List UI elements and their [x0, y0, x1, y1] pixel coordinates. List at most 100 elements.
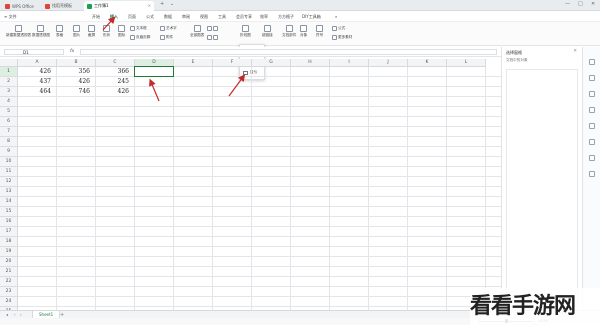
column-header-g[interactable]: G — [252, 59, 291, 67]
pivot-chart-button[interactable]: 数据透视图 — [32, 25, 50, 38]
properties-icon[interactable] — [589, 75, 595, 81]
menu-efficiency[interactable]: 效率 — [260, 14, 268, 20]
column-header-c[interactable]: C — [96, 59, 135, 67]
row-header-8[interactable]: 8 — [0, 137, 18, 147]
cell-c2[interactable]: 245 — [96, 77, 135, 87]
format-icon[interactable] — [589, 91, 595, 97]
tab-template[interactable]: 找稻壳模板 — [42, 1, 82, 11]
cell-a3[interactable]: 464 — [18, 87, 57, 97]
menu-page[interactable]: 页面 — [128, 14, 136, 20]
tab-workbook[interactable]: 工作簿1 ✕ — [84, 1, 154, 11]
column-header-b[interactable]: B — [57, 59, 96, 67]
row-header-15[interactable]: 15 — [0, 207, 18, 217]
row-header-9[interactable]: 9 — [0, 147, 18, 157]
row-header-14[interactable]: 14 — [0, 197, 18, 207]
row-header-3[interactable]: 3 — [0, 87, 18, 97]
row-header-19[interactable]: 19 — [0, 247, 18, 257]
fx-icon[interactable]: fx — [70, 49, 74, 54]
cell-b1[interactable]: 356 — [57, 67, 96, 77]
menu-member[interactable]: 会员专享 — [236, 14, 252, 20]
sparkline-line-button[interactable]: 折线图 — [240, 25, 251, 38]
menu-tools[interactable]: 工具 — [218, 14, 226, 20]
all-charts-button[interactable]: 全部图表 — [190, 25, 204, 38]
menu-data[interactable]: 数据 — [164, 14, 172, 20]
search-icon[interactable]: ⌕ — [335, 14, 337, 19]
cell-b3[interactable]: 746 — [57, 87, 96, 97]
row-header-1[interactable]: 1 — [0, 67, 18, 77]
chart-type-button-2[interactable] — [207, 35, 219, 40]
column-header-l[interactable]: L — [447, 59, 486, 67]
column-header-f[interactable]: F — [213, 59, 252, 67]
wordart-button[interactable]: 艺术字 — [160, 26, 177, 31]
column-header-i[interactable]: I — [330, 59, 369, 67]
close-tab-icon[interactable]: ✕ — [148, 3, 151, 8]
object-list[interactable] — [506, 69, 578, 307]
row-header-13[interactable]: 13 — [0, 187, 18, 197]
row-header-16[interactable]: 16 — [0, 217, 18, 227]
row-header-18[interactable]: 18 — [0, 237, 18, 247]
pivot-table-button[interactable]: 新建数据透视表 — [6, 25, 31, 38]
row-header-10[interactable]: 10 — [0, 157, 18, 167]
backup-icon[interactable] — [589, 123, 595, 129]
column-header-k[interactable]: K — [408, 59, 447, 67]
menu-home[interactable]: 开始 — [92, 14, 100, 20]
shapes-button[interactable]: 形状 — [103, 25, 110, 38]
row-header-21[interactable]: 21 — [0, 267, 18, 277]
menu-insert[interactable]: 插入 — [110, 14, 118, 23]
row-header-17[interactable]: 17 — [0, 227, 18, 237]
menu-view[interactable]: 视图 — [200, 14, 208, 20]
close-window-button[interactable]: ✕ — [591, 1, 595, 7]
cell-a2[interactable]: 437 — [18, 77, 57, 87]
icons-button[interactable]: 图标 — [118, 25, 125, 38]
new-tab-icon[interactable]: + — [160, 1, 164, 7]
help-icon[interactable] — [589, 155, 595, 161]
row-header-23[interactable]: 23 — [0, 287, 18, 297]
menu-fangge[interactable]: 方方格子 — [278, 14, 294, 20]
active-cell[interactable] — [134, 66, 174, 77]
menu-diy[interactable]: DIY工具箱 — [302, 14, 321, 20]
row-header-24[interactable]: 24 — [0, 297, 18, 307]
header-footer-button[interactable]: 页眉页脚 — [130, 35, 150, 40]
column-header-e[interactable]: E — [174, 59, 213, 67]
minimize-button[interactable]: — — [565, 1, 570, 7]
close-pane-icon[interactable]: ✕ — [573, 49, 577, 54]
cell-c1[interactable]: 366 — [96, 67, 135, 77]
name-box[interactable]: D1 — [4, 49, 64, 55]
table-button[interactable]: 表格 — [56, 25, 63, 38]
doc-parts-button[interactable]: 文档部件 — [282, 25, 296, 38]
style-icon[interactable] — [589, 107, 595, 113]
cell-a1[interactable]: 426 — [18, 67, 57, 77]
menu-file[interactable]: ≡ 文件 — [4, 14, 17, 20]
screenshot-button[interactable]: 截屏 — [88, 25, 95, 38]
row-header-22[interactable]: 22 — [0, 277, 18, 287]
row-header-5[interactable]: 5 — [0, 107, 18, 117]
picture-button[interactable]: 图片 — [73, 25, 80, 38]
formula-input[interactable] — [80, 49, 497, 55]
chevron-down-icon[interactable]: ⌄ — [170, 1, 174, 7]
column-header-j[interactable]: J — [369, 59, 408, 67]
column-header-a[interactable]: A — [18, 59, 57, 67]
tab-wps-office[interactable]: WPS Office — [2, 1, 38, 11]
row-header-2[interactable]: 2 — [0, 77, 18, 87]
column-header-h[interactable]: H — [291, 59, 330, 67]
row-header-11[interactable]: 11 — [0, 167, 18, 177]
row-header-7[interactable]: 7 — [0, 127, 18, 137]
menu-review[interactable]: 审阅 — [182, 14, 190, 20]
symbol-button[interactable]: 符号 — [316, 25, 323, 38]
selection-pane-icon[interactable] — [589, 59, 595, 65]
textbox-button[interactable]: 文本框 — [130, 26, 147, 31]
share-icon[interactable] — [589, 139, 595, 145]
object-button[interactable]: 对象 — [300, 25, 307, 38]
attachment-button[interactable]: 附件 — [160, 35, 173, 40]
row-header-4[interactable]: 4 — [0, 97, 18, 107]
more-materials-button[interactable]: 更多素材 — [332, 35, 352, 40]
menu-formula[interactable]: 公式 — [146, 14, 154, 20]
equation-button[interactable]: 公式 — [332, 26, 345, 31]
row-header-12[interactable]: 12 — [0, 177, 18, 187]
hyperlink-button[interactable]: 超链接 — [262, 25, 273, 38]
maximize-button[interactable]: □ — [578, 1, 583, 7]
row-header-20[interactable]: 20 — [0, 257, 18, 267]
cell-c3[interactable]: 426 — [96, 87, 135, 97]
cell-b2[interactable]: 426 — [57, 77, 96, 87]
chart-type-button[interactable] — [207, 26, 219, 31]
